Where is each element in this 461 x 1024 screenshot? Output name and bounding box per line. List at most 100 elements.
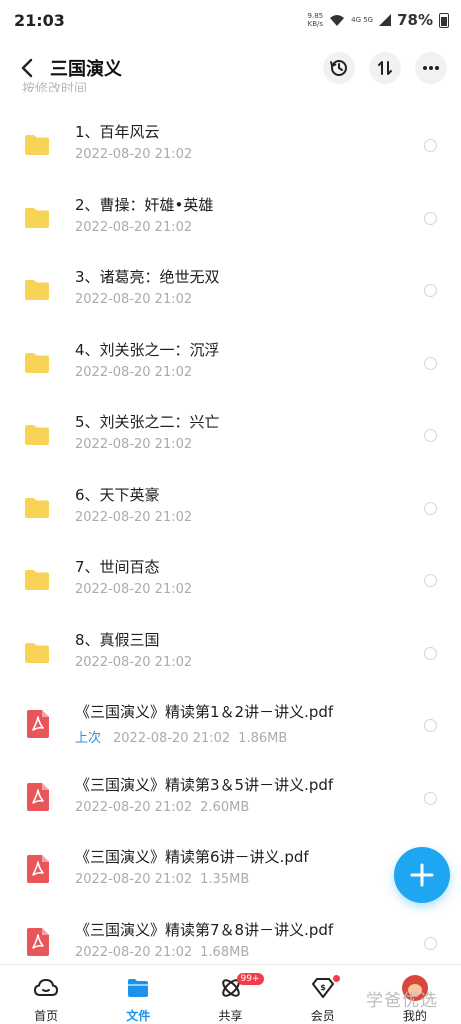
item-meta: 2022-08-20 21:02: [75, 292, 192, 307]
tab-label: 首页: [34, 1009, 59, 1023]
file-list: 1、百年风云 2022-08-20 21:02 2、曹操：奸雄•英雄 2022-08-…: [0, 92, 461, 962]
item-name: 6、天下英豪: [75, 485, 160, 504]
item-date: 2022-08-20 21:02: [75, 292, 193, 307]
item-meta: 2022-08-20 21:02: [75, 582, 192, 597]
item-name: 5、刘关张之二：兴亡: [75, 413, 220, 431]
network-type: 4G 5G: [351, 16, 374, 24]
item-name: 《三国演义》精读第6讲－讲义.pdf: [75, 848, 309, 866]
item-meta: 2022-08-20 21:02 1.35MB: [75, 872, 249, 887]
file-row[interactable]: 《三国演义》精读第1＆2讲－讲义.pdf 上次 2022-08-20 21:02 1.…: [0, 692, 461, 764]
net-speed: 9.85 KB/s: [307, 12, 324, 28]
tab-files[interactable]: 文件: [92, 965, 184, 1024]
sort-button[interactable]: [369, 52, 401, 84]
item-date: 2022-08-20 21:02: [75, 654, 193, 670]
history-button[interactable]: [323, 52, 355, 84]
tab-label: 会员: [310, 1009, 335, 1023]
select-radio[interactable]: [424, 936, 437, 950]
status-indicators: 9.85 KB/s 4G 5G 78%: [308, 11, 449, 29]
item-meta: 2022-08-20 21:02: [75, 510, 192, 525]
item-date: 2022-08-20 21:02: [75, 944, 193, 960]
item-meta: 2022-08-20 21:02: [75, 655, 192, 670]
tab-vip[interactable]: $ 会员: [277, 965, 369, 1024]
page-title: 三国演义: [50, 59, 122, 80]
item-date: 2022-08-20 21:02: [75, 799, 193, 815]
item-meta: 上次 2022-08-20 21:02 1.86MB: [75, 727, 287, 746]
folder-row[interactable]: 1、百年风云 2022-08-20 21:02: [0, 112, 461, 184]
folder-icon: [24, 569, 50, 593]
add-button[interactable]: [394, 847, 450, 903]
folder-icon: [24, 497, 50, 521]
signal-icon: [379, 14, 392, 26]
battery-percent: 78%: [397, 11, 433, 29]
item-name: 《三国演义》精读第7＆8讲－讲义.pdf: [75, 920, 334, 939]
file-row[interactable]: 《三国演义》精读第6讲－讲义.pdf 2022-08-20 21:02 1.35MB: [0, 837, 461, 909]
folder-icon: [24, 134, 50, 158]
item-size: 1.68MB: [200, 944, 250, 960]
item-date: 2022-08-20 21:02: [75, 437, 193, 452]
file-row[interactable]: 《三国演义》精读第3＆5讲－讲义.pdf 2022-08-20 21:02 2.60…: [0, 765, 461, 837]
item-name: 2、曹操：奸雄•英雄: [75, 195, 214, 214]
item-date: 2022-08-20 21:02: [113, 731, 231, 746]
tab-home[interactable]: 首页: [0, 965, 92, 1024]
wifi-icon: [330, 14, 345, 26]
item-name: 4、刘关张之一：沉浮: [75, 340, 220, 359]
item-size: 1.35MB: [200, 872, 250, 887]
more-button[interactable]: [415, 52, 447, 84]
item-size: 2.60MB: [200, 799, 250, 815]
item-name: 《三国演义》精读第3＆5讲－讲义.pdf: [75, 775, 334, 794]
recent-tag: 上次: [75, 731, 102, 746]
watermark: 学爸优选: [366, 991, 438, 1011]
file-row[interactable]: 《三国演义》精读第7＆8讲－讲义.pdf 2022-08-20 21:02 1.68…: [0, 910, 461, 963]
select-radio[interactable]: [424, 211, 437, 225]
item-date: 2022-08-20 21:02: [75, 582, 193, 597]
item-name: 3、诸葛亮：绝世无双: [75, 268, 220, 286]
folder-icon: [24, 642, 50, 666]
more-icon: [423, 66, 439, 70]
item-meta: 2022-08-20 21:02: [75, 147, 192, 162]
folder-row[interactable]: 3、诸葛亮：绝世无双 2022-08-20 21:02: [0, 257, 461, 329]
select-radio[interactable]: [424, 574, 437, 587]
folder-row[interactable]: 2、曹操：奸雄•英雄 2022-08-20 21:02: [0, 185, 461, 257]
status-time: 21:03: [14, 10, 65, 30]
folder-row[interactable]: 8、真假三国 2022-08-20 21:02: [0, 620, 461, 692]
folder-icon: [24, 207, 50, 231]
folder-row[interactable]: 4、刘关张之一：沉浮 2022-08-20 21:02: [0, 330, 461, 402]
folder-row[interactable]: 6、天下英豪 2022-08-20 21:02: [0, 475, 461, 547]
item-date: 2022-08-20 21:02: [75, 219, 193, 235]
sort-icon: [378, 61, 392, 75]
vip-dot-badge: [332, 975, 340, 982]
select-radio[interactable]: [424, 646, 437, 660]
pdf-icon: [27, 927, 53, 956]
select-radio[interactable]: [424, 356, 437, 370]
tab-label: 共享: [218, 1009, 243, 1023]
pdf-icon: [27, 710, 53, 738]
item-date: 2022-08-20 21:02: [75, 147, 193, 162]
item-meta: 2022-08-20 21:02: [75, 437, 192, 452]
item-name: 1、百年风云: [75, 123, 160, 141]
list-top-fade: [0, 92, 461, 104]
history-icon: [330, 60, 347, 76]
home-cloud-icon: [33, 975, 59, 1001]
share-badge: 99+: [236, 973, 264, 985]
svg-text:$: $: [320, 983, 326, 992]
select-radio[interactable]: [424, 501, 437, 515]
item-meta: 2022-08-20 21:02 1.68MB: [75, 945, 249, 960]
item-meta: 2022-08-20 21:02 2.60MB: [75, 800, 249, 815]
files-icon: [125, 975, 151, 1001]
tab-share[interactable]: 99+ 共享: [184, 965, 276, 1024]
select-radio[interactable]: [424, 719, 437, 732]
pdf-icon: [27, 855, 53, 883]
folder-row[interactable]: 5、刘关张之二：兴亡 2022-08-20 21:02: [0, 402, 461, 474]
pdf-icon: [27, 782, 53, 811]
select-radio[interactable]: [424, 139, 437, 152]
item-name: 8、真假三国: [75, 630, 160, 649]
item-date: 2022-08-20 21:02: [75, 509, 193, 525]
select-radio[interactable]: [424, 429, 437, 442]
select-radio[interactable]: [424, 791, 437, 805]
item-name: 《三国演义》精读第1＆2讲－讲义.pdf: [75, 703, 334, 721]
folder-row[interactable]: 7、世间百态 2022-08-20 21:02: [0, 547, 461, 619]
item-name: 7、世间百态: [75, 558, 160, 576]
item-date: 2022-08-20 21:02: [75, 364, 193, 380]
status-bar: 21:03 9.85 KB/s 4G 5G 78%: [0, 0, 461, 40]
select-radio[interactable]: [424, 284, 437, 297]
